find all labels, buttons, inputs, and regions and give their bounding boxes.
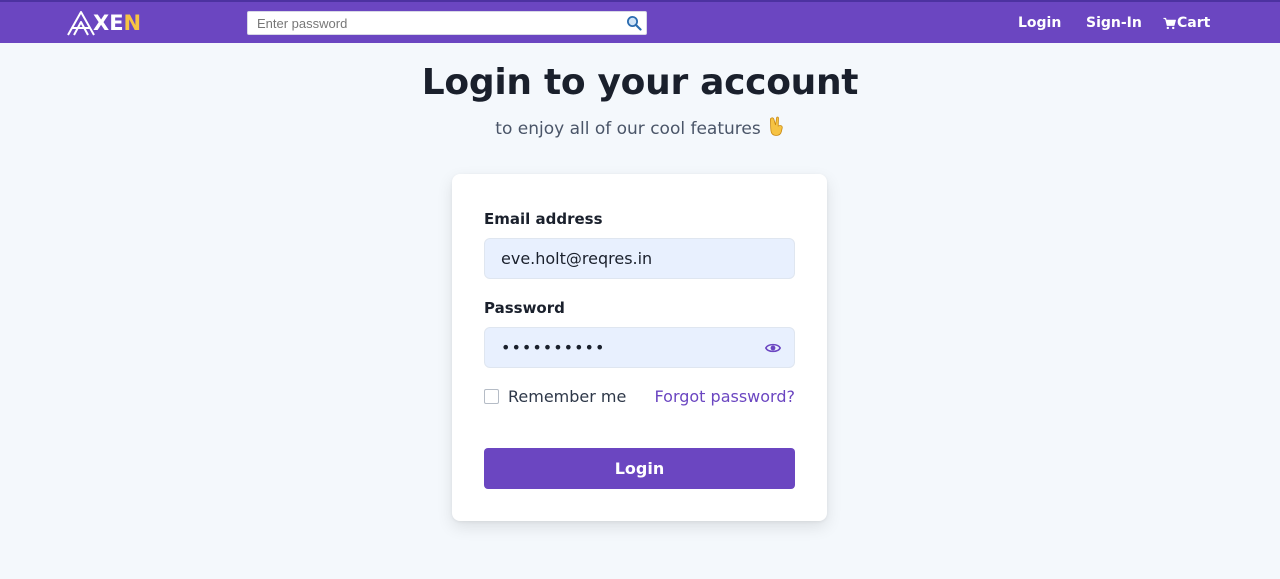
page-title: Login to your account bbox=[421, 62, 859, 103]
page-subtitle-text: to enjoy all of our cool features bbox=[495, 119, 761, 139]
remember-me[interactable]: Remember me bbox=[484, 387, 626, 406]
nav-cart-link[interactable]: Cart bbox=[1163, 15, 1210, 31]
eye-icon[interactable] bbox=[765, 341, 781, 355]
brand-logo[interactable]: XEN bbox=[66, 8, 148, 38]
search-input[interactable] bbox=[248, 12, 608, 34]
remember-label: Remember me bbox=[508, 387, 627, 406]
logo-a-icon bbox=[67, 11, 95, 36]
nav-cart-label: Cart bbox=[1177, 15, 1211, 31]
navbar: XEN Login Sign-In Cart bbox=[0, 0, 1280, 43]
victory-hand-icon bbox=[769, 116, 783, 136]
logo-wordmark: XEN bbox=[93, 11, 142, 35]
search-icon[interactable] bbox=[626, 15, 642, 31]
page-subtitle: to enjoy all of our cool features bbox=[0, 116, 1280, 139]
cart-icon bbox=[1163, 17, 1176, 29]
password-field-wrapper bbox=[484, 327, 795, 368]
email-field-wrapper bbox=[484, 238, 795, 279]
nav-signin-link[interactable]: Sign-In bbox=[1086, 15, 1142, 31]
email-label: Email address bbox=[484, 210, 603, 228]
remember-checkbox[interactable] bbox=[484, 389, 499, 404]
nav-login-link[interactable]: Login bbox=[1018, 15, 1061, 31]
forgot-password-link[interactable]: Forgot password? bbox=[655, 387, 795, 406]
search-bar bbox=[247, 11, 647, 35]
login-button[interactable]: Login bbox=[484, 448, 795, 489]
login-card: Email address Password Remember me Forgo… bbox=[452, 174, 827, 521]
password-label: Password bbox=[484, 299, 565, 317]
password-field[interactable] bbox=[485, 328, 755, 367]
email-field[interactable] bbox=[485, 239, 755, 278]
